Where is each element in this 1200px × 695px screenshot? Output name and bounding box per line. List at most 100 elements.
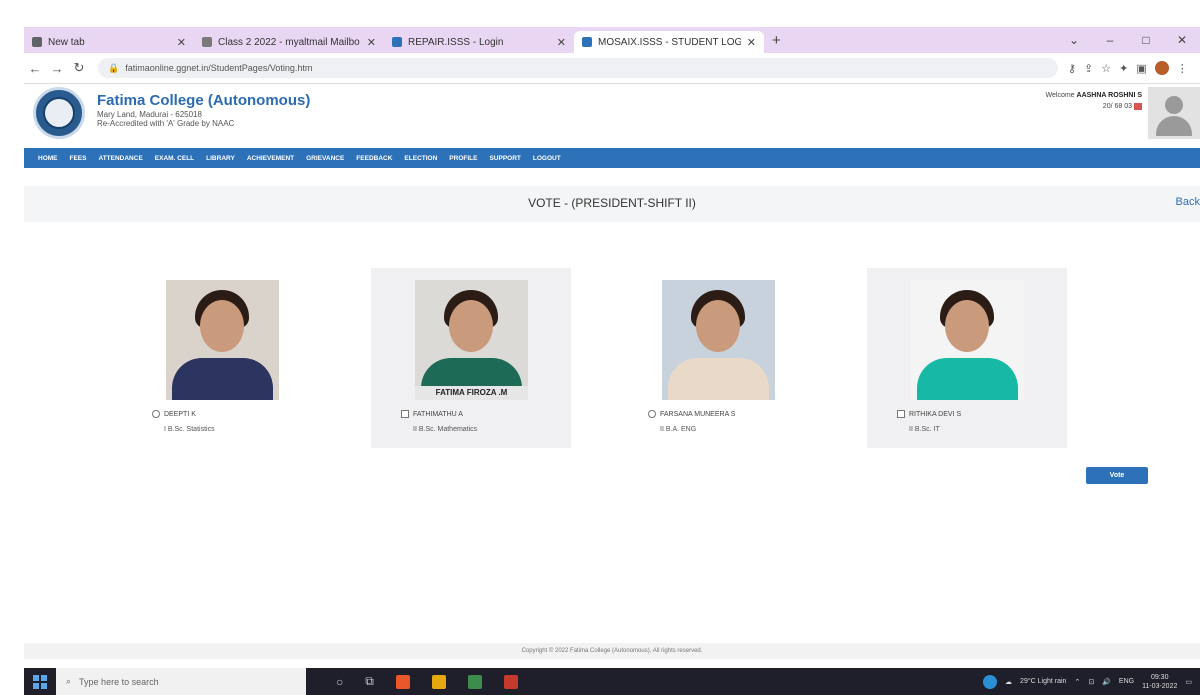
sidebar-icon[interactable]: ▣ [1136,62,1146,75]
site-favicon-icon [392,37,402,47]
menu-profile[interactable]: PROFILE [449,155,477,162]
photo-caption: FATIMA FIROZA .M [415,386,528,400]
close-tab-icon[interactable]: ✕ [747,36,756,49]
candidate-option[interactable]: FATHIMATHU A [401,410,463,418]
back-link[interactable]: Back [1176,196,1200,208]
site-header: Fatima College (Autonomous) Mary Land, M… [24,84,1200,148]
candidate-option[interactable]: RITHIKA DEVI S [897,410,961,418]
close-tab-icon[interactable]: ✕ [367,36,376,49]
candidate-option[interactable]: DEEPTI K [152,410,196,418]
main-menu: HOME FEES ATTENDANCE EXAM. CELL LIBRARY … [24,148,1200,168]
share-icon[interactable]: ⇪ [1084,62,1093,75]
menu-fees[interactable]: FEES [70,155,87,162]
app-tray-icon[interactable] [983,674,998,689]
menu-election[interactable]: ELECTION [404,155,437,162]
key-icon[interactable]: ⚷ [1068,62,1076,75]
lock-icon: 🔒 [108,62,120,73]
site-favicon-icon [582,37,592,47]
star-icon[interactable]: ☆ [1101,62,1111,75]
profile-avatar[interactable] [1154,61,1169,75]
candidate-dept: II B.Sc. IT [909,426,940,433]
browser-tab[interactable]: New tab ✕ [24,31,194,53]
menu-grievance[interactable]: GRIEVANCE [306,155,344,162]
menu-logout[interactable]: LOGOUT [533,155,561,162]
new-tab-button[interactable]: + [772,32,781,49]
menu-exam-cell[interactable]: EXAM. CELL [155,155,194,162]
chrome-icon[interactable] [467,674,482,689]
footer-copyright: Copyright © 2022 Fatima College (Autonom… [24,643,1200,659]
close-tab-icon[interactable]: ✕ [557,36,566,49]
home-icon [32,37,42,47]
notifications-icon[interactable]: ▭ [1185,678,1192,686]
forward-arrow-icon[interactable]: → [46,61,68,76]
network-icon[interactable]: ⊡ [1088,678,1094,686]
menu-attendance[interactable]: ATTENDANCE [98,155,142,162]
candidate-photo [166,280,279,400]
candidate-card[interactable]: FARSANA MUNEERA S II B.A. ENG [618,268,818,448]
address-line: Mary Land, Madurai - 625018 [97,110,202,119]
candidate-option[interactable]: FARSANA MUNEERA S [648,410,735,418]
menu-kebab-icon[interactable]: ⋮ [1177,62,1188,75]
candidate-dept: II B.Sc. Mathematics [413,426,478,433]
taskbar-search[interactable]: ⌕ Type here to search [56,668,306,695]
candidate-name: FARSANA MUNEERA S [660,410,736,418]
menu-achievement[interactable]: ACHIEVEMENT [247,155,294,162]
vote-title: VOTE - (PRESIDENT-SHIFT II) [528,196,696,210]
user-id: 20/ 68 03 [1102,103,1132,110]
welcome-label: Welcome [1045,92,1075,99]
task-view-icon[interactable]: ⧉ [365,674,374,689]
minimize-button[interactable]: – [1092,33,1128,47]
candidate-name: FATHIMATHU A [413,410,463,418]
checkbox[interactable] [897,410,905,418]
user-name: AASHNA ROSHNI S [1076,92,1142,99]
radio-button[interactable] [648,410,656,418]
college-logo [33,87,85,139]
candidate-name: RITHIKA DEVI S [909,410,962,418]
candidate-card[interactable]: RITHIKA DEVI S II B.Sc. IT [867,268,1067,448]
browser-tab[interactable]: REPAIR.ISSS - Login ✕ [384,31,574,53]
checkbox[interactable] [401,410,409,418]
welcome-block: Welcome AASHNA ROSHNI S 20/ 68 03 [1046,90,1142,112]
browser-tab-bar: New tab ✕ Class 2 2022 - myaltmail Mailb… [24,27,1200,53]
reload-icon[interactable]: ↻ [68,60,90,76]
volume-icon[interactable]: 🔊 [1102,678,1111,686]
extensions-area: ⚷ ⇪ ☆ ✦ ▣ ⋮ [1068,61,1188,75]
close-tab-icon[interactable]: ✕ [177,36,186,49]
vote-button[interactable]: Vote [1086,467,1148,484]
extension-icon[interactable]: ✦ [1119,62,1128,75]
url-text: fatimaonline.ggnet.in/StudentPages/Votin… [125,63,313,73]
mail-icon[interactable] [1134,102,1142,110]
chevron-up-icon[interactable]: ⌃ [1074,678,1080,686]
browser-tab[interactable]: Class 2 2022 - myaltmail Mailbo ✕ [194,31,384,53]
candidate-dept: I B.Sc. Statistics [164,426,215,433]
clock[interactable]: 09:30 11-03-2022 [1142,673,1177,691]
menu-feedback[interactable]: FEEDBACK [356,155,392,162]
vote-header: VOTE - (PRESIDENT-SHIFT II) Back [24,186,1200,222]
candidate-card[interactable]: FATIMA FIROZA .M FATHIMATHU A II B.Sc. M… [371,268,571,448]
browser-toolbar: ← → ↻ 🔒 fatimaonline.ggnet.in/StudentPag… [24,53,1200,84]
weather-text[interactable]: 29°C Light rain [1020,678,1066,685]
back-arrow-icon[interactable]: ← [24,61,46,76]
browser-tab-active[interactable]: MOSAIX.ISSS - STUDENT LOGIN ✕ [574,31,764,53]
menu-library[interactable]: LIBRARY [206,155,235,162]
weather-icon: ☁ [1005,678,1013,686]
accreditation-line: Re-Accredited with 'A' Grade by NAAC [97,119,235,128]
candidate-card[interactable]: DEEPTI K I B.Sc. Statistics [122,268,322,448]
office-icon[interactable] [503,674,518,689]
cortana-icon[interactable]: ○ [336,675,343,689]
college-name: Fatima College (Autonomous) [97,92,311,109]
close-window-button[interactable]: ✕ [1164,33,1200,47]
user-avatar[interactable] [1148,87,1200,139]
radio-button[interactable] [152,410,160,418]
address-bar[interactable]: 🔒 fatimaonline.ggnet.in/StudentPages/Vot… [98,58,1058,78]
menu-support[interactable]: SUPPORT [489,155,520,162]
candidate-photo [911,280,1024,400]
language-indicator[interactable]: ENG [1119,678,1134,685]
start-button[interactable] [24,668,56,695]
tab-search-icon[interactable]: ⌄ [1056,33,1092,47]
firefox-icon[interactable] [395,674,410,689]
menu-home[interactable]: HOME [38,155,58,162]
screen-top-margin [0,0,1200,27]
maximize-button[interactable]: □ [1128,33,1164,47]
file-explorer-icon[interactable] [431,674,446,689]
